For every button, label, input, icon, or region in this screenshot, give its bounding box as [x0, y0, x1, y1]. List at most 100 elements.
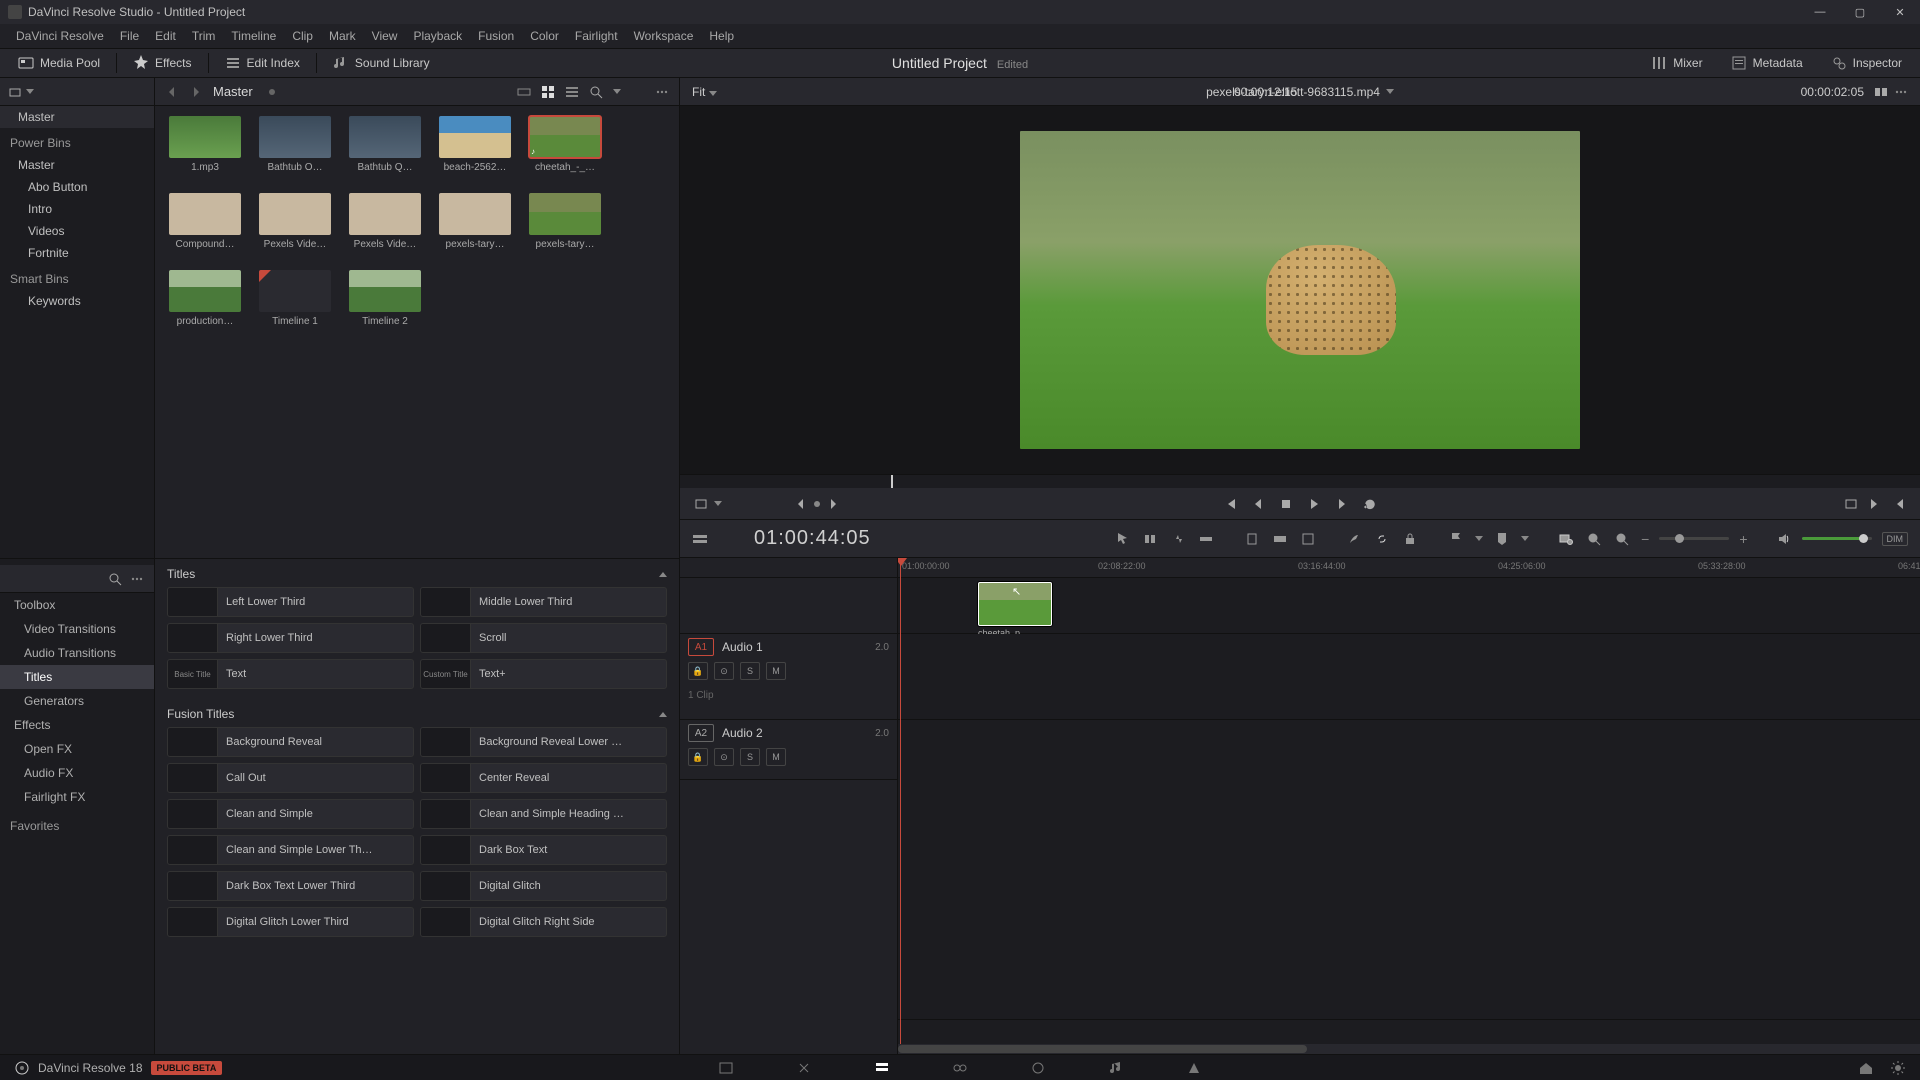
clip-thumbnail[interactable]: [349, 193, 421, 235]
clip-item[interactable]: Timeline 2: [349, 270, 421, 327]
menu-davinci[interactable]: DaVinci Resolve: [8, 29, 112, 43]
zoom-slider[interactable]: [1659, 537, 1729, 540]
a2-lock-button[interactable]: 🔒: [688, 748, 708, 766]
timeline-scrollbar[interactable]: [898, 1044, 1920, 1054]
collapse-icon[interactable]: [659, 712, 667, 717]
smartbin-keywords[interactable]: Keywords: [0, 290, 154, 312]
title-preset[interactable]: Scroll: [420, 623, 667, 653]
clip-item[interactable]: 1.mp3: [169, 116, 241, 173]
fusion-title-preset[interactable]: Digital Glitch: [420, 871, 667, 901]
fx-titles[interactable]: Titles: [0, 665, 154, 689]
clip-thumbnail[interactable]: [259, 270, 331, 312]
viewer-scrubber[interactable]: [680, 474, 1920, 488]
menu-clip[interactable]: Clip: [284, 29, 321, 43]
zoom-detail-icon[interactable]: [1613, 530, 1631, 548]
fusion-title-preset[interactable]: Background Reveal Lower …: [420, 727, 667, 757]
minimize-button[interactable]: —: [1800, 0, 1840, 24]
clip-item[interactable]: Pexels Vide…: [259, 193, 331, 250]
video-lane[interactable]: cheetah_p… ↖: [898, 578, 1920, 634]
fx-search-icon[interactable]: [108, 572, 122, 586]
clip-thumbnail[interactable]: [439, 193, 511, 235]
a2-solo-button[interactable]: S: [740, 748, 760, 766]
volume-icon[interactable]: [1776, 531, 1792, 547]
collapse-icon[interactable]: [659, 572, 667, 577]
menu-mark[interactable]: Mark: [321, 29, 364, 43]
mediapool-toggle[interactable]: Media Pool: [12, 53, 106, 73]
prev-frame-icon[interactable]: [1251, 497, 1265, 511]
clip-thumbnail[interactable]: [259, 116, 331, 158]
menu-edit[interactable]: Edit: [147, 29, 184, 43]
title-preset[interactable]: Basic TitleText: [167, 659, 414, 689]
chevron-down-icon[interactable]: [26, 89, 34, 94]
fusion-title-preset[interactable]: Dark Box Text: [420, 835, 667, 865]
menu-help[interactable]: Help: [701, 29, 742, 43]
more-icon[interactable]: [655, 85, 669, 99]
sort-icon[interactable]: [631, 85, 645, 99]
mixer-toggle[interactable]: Mixer: [1645, 53, 1708, 73]
audio2-head[interactable]: A2 Audio 2 2.0 🔒 ⊙ S M: [680, 720, 897, 770]
audio1-lane[interactable]: [898, 634, 1920, 720]
next-edit-icon[interactable]: [826, 497, 840, 511]
fx-generators[interactable]: Generators: [0, 689, 154, 713]
page-deliver[interactable]: [1185, 1059, 1203, 1077]
marker-icon[interactable]: [1493, 530, 1511, 548]
fusion-title-preset[interactable]: Call Out: [167, 763, 414, 793]
effects-toggle[interactable]: Effects: [127, 53, 197, 73]
metadata-toggle[interactable]: Metadata: [1725, 53, 1809, 73]
fit-dropdown[interactable]: Fit: [692, 85, 717, 99]
fx-toolbox[interactable]: Toolbox: [0, 593, 154, 617]
a2-auto-button[interactable]: ⊙: [714, 748, 734, 766]
clip-item[interactable]: pexels-tary…: [439, 193, 511, 250]
trim-tool-icon[interactable]: [1141, 530, 1159, 548]
soundlib-toggle[interactable]: Sound Library: [327, 53, 436, 73]
inspector-toggle[interactable]: Inspector: [1825, 53, 1908, 73]
clip-thumbnail[interactable]: [529, 193, 601, 235]
viewer-layout-icon[interactable]: [1874, 85, 1888, 99]
clip-thumbnail[interactable]: ♪: [529, 116, 601, 158]
clip-item[interactable]: ♪cheetah_-_…: [529, 116, 601, 173]
menu-workspace[interactable]: Workspace: [626, 29, 702, 43]
clip-item[interactable]: production…: [169, 270, 241, 327]
list-view-icon[interactable]: [565, 85, 579, 99]
dynamic-trim-icon[interactable]: [1169, 530, 1187, 548]
fx-fairlightfx[interactable]: Fairlight FX: [0, 785, 154, 809]
a1-auto-button[interactable]: ⊙: [714, 662, 734, 680]
overwrite-icon[interactable]: [1271, 530, 1289, 548]
page-media[interactable]: [717, 1059, 735, 1077]
close-button[interactable]: ✕: [1880, 0, 1920, 24]
flag-icon[interactable]: [1447, 530, 1465, 548]
clip-thumbnail[interactable]: [259, 193, 331, 235]
stop-icon[interactable]: [1279, 497, 1293, 511]
a1-solo-button[interactable]: S: [740, 662, 760, 680]
viewer-more-icon[interactable]: [1894, 85, 1908, 99]
chevron-down-icon[interactable]: [1386, 89, 1394, 94]
timeline-ruler[interactable]: 01:00:00:00 02:08:22:00 03:16:44:00 04:2…: [898, 558, 1920, 578]
link-icon[interactable]: [1373, 530, 1391, 548]
timeline-timecode[interactable]: 01:00:44:05: [754, 527, 871, 550]
fusion-title-preset[interactable]: Clean and Simple: [167, 799, 414, 829]
clip-item[interactable]: Bathtub O…: [259, 116, 331, 173]
fx-audiofx[interactable]: Audio FX: [0, 761, 154, 785]
title-preset[interactable]: Middle Lower Third: [420, 587, 667, 617]
a2-mute-button[interactable]: M: [766, 748, 786, 766]
clip-thumbnail[interactable]: [349, 270, 421, 312]
viewer-canvas[interactable]: [680, 106, 1920, 474]
powerbin-master[interactable]: Master: [0, 154, 154, 176]
playhead[interactable]: [900, 558, 901, 1054]
menu-timeline[interactable]: Timeline: [223, 29, 284, 43]
a1-mute-button[interactable]: M: [766, 662, 786, 680]
menu-fusion[interactable]: Fusion: [470, 29, 522, 43]
a1-tag[interactable]: A1: [688, 638, 714, 656]
jump-start-icon[interactable]: [1892, 497, 1906, 511]
fusion-title-preset[interactable]: Digital Glitch Right Side: [420, 907, 667, 937]
clip-item[interactable]: Timeline 1: [259, 270, 331, 327]
maximize-button[interactable]: ▢: [1840, 0, 1880, 24]
arrow-tool-icon[interactable]: [1115, 531, 1131, 547]
dim-button[interactable]: DIM: [1882, 532, 1909, 546]
insert-icon[interactable]: [1243, 530, 1261, 548]
home-icon[interactable]: [1858, 1060, 1874, 1076]
play-icon[interactable]: [1307, 497, 1321, 511]
chevron-down-icon[interactable]: [1521, 536, 1529, 541]
powerbin-intro[interactable]: Intro: [0, 198, 154, 220]
bin-dropdown-icon[interactable]: [8, 85, 22, 99]
